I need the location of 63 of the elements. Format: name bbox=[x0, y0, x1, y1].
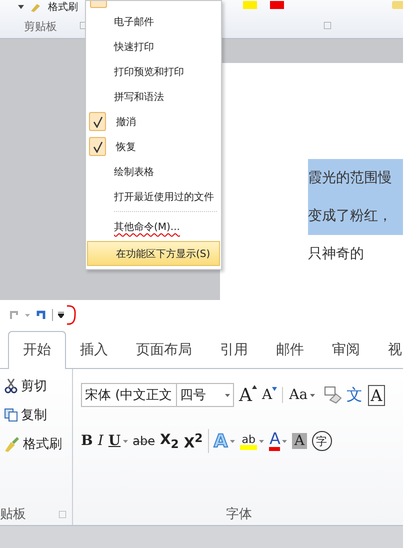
ribbon-tab[interactable]: 审阅 bbox=[318, 332, 374, 368]
redo-icon[interactable] bbox=[35, 309, 47, 321]
menu-item[interactable]: 打开最近使用过的文件 bbox=[86, 184, 221, 209]
sup-button[interactable]: X$^{2}$ bbox=[184, 430, 203, 452]
format-painter-label[interactable]: 格式刷 bbox=[48, 0, 78, 14]
group-label: 剪贴板 bbox=[24, 19, 57, 34]
color-button[interactable]: A bbox=[269, 431, 280, 451]
enclose-button[interactable]: 字 bbox=[312, 431, 332, 451]
font-color-swatch-icon[interactable] bbox=[270, 1, 284, 9]
menu-item[interactable]: 撤消 bbox=[86, 109, 221, 134]
checkmark-icon bbox=[92, 116, 102, 128]
character-border-button[interactable]: A bbox=[368, 384, 386, 406]
copy-icon bbox=[4, 408, 18, 422]
brush-icon bbox=[4, 436, 20, 452]
shade-button[interactable]: A bbox=[292, 433, 307, 449]
highlight-button[interactable]: ab bbox=[240, 432, 258, 450]
dialog-launcher-icon[interactable] bbox=[59, 510, 66, 518]
font-size-dropdown[interactable]: 四号 bbox=[176, 383, 234, 407]
group-label: 字体 bbox=[226, 506, 252, 523]
brush-icon[interactable] bbox=[30, 2, 42, 12]
highlight-swatch-icon[interactable] bbox=[243, 1, 257, 9]
menu-item[interactable]: 电子邮件 bbox=[86, 9, 221, 34]
ribbon-tab[interactable]: 视 bbox=[374, 332, 403, 368]
caret-icon bbox=[225, 394, 230, 396]
menu-item[interactable]: 在功能区下方显示(S) bbox=[87, 241, 220, 266]
phonetic-guide-button[interactable]: 文 bbox=[346, 384, 363, 406]
clipboard-button[interactable]: 格式刷 bbox=[4, 435, 72, 453]
up-triangle-icon bbox=[252, 384, 257, 388]
clipboard-button[interactable]: 复制 bbox=[4, 406, 72, 424]
bold-button[interactable]: B bbox=[81, 433, 93, 449]
ribbon-tab[interactable]: 引用 bbox=[206, 332, 262, 368]
caret-icon bbox=[310, 394, 315, 396]
font-name-dropdown[interactable]: 宋体 (中文正文 bbox=[81, 383, 177, 407]
menu-item[interactable]: 恢复 bbox=[86, 134, 221, 159]
checkmark-icon bbox=[92, 140, 102, 152]
caret-icon[interactable] bbox=[18, 5, 24, 9]
ribbon-tab[interactable]: 插入 bbox=[66, 332, 122, 368]
group-label: 贴板 bbox=[0, 506, 26, 523]
menu-item[interactable]: 拼写和语法 bbox=[86, 84, 221, 109]
ribbon-tab[interactable]: 页面布局 bbox=[122, 332, 206, 368]
menu-item[interactable]: 快速打印 bbox=[86, 34, 221, 59]
menu-item[interactable]: 其他命令(M)... bbox=[86, 214, 221, 239]
document-text: 霞光的范围慢 bbox=[308, 170, 392, 186]
dialog-launcher-icon[interactable] bbox=[324, 22, 331, 29]
eraser-icon[interactable] bbox=[324, 386, 342, 404]
undo-icon[interactable] bbox=[8, 309, 20, 321]
underline-button[interactable]: U bbox=[108, 433, 121, 449]
strike-button[interactable]: abe bbox=[132, 434, 155, 448]
document-text: 变成了粉红， bbox=[308, 208, 392, 224]
clipboard-button[interactable]: 剪切 bbox=[4, 377, 72, 395]
change-case-button[interactable]: Aa bbox=[282, 387, 315, 403]
sub-button[interactable]: X$_{2}$ bbox=[160, 432, 179, 450]
italic-button[interactable]: I bbox=[98, 433, 104, 449]
scissors-icon bbox=[4, 378, 18, 394]
document-text: 只神奇的 bbox=[308, 246, 364, 262]
grow-font-button[interactable]: A bbox=[239, 384, 257, 406]
menu-item[interactable]: 打印预览和打印 bbox=[86, 59, 221, 84]
menu-item[interactable]: 绘制表格 bbox=[86, 159, 221, 184]
dropdown-arrow-icon[interactable] bbox=[58, 312, 64, 318]
ribbon-tab[interactable]: 邮件 bbox=[262, 332, 318, 368]
ribbon-tab[interactable]: 开始 bbox=[8, 331, 66, 369]
down-triangle-icon bbox=[272, 387, 278, 391]
shrink-font-button[interactable]: A bbox=[262, 387, 278, 403]
